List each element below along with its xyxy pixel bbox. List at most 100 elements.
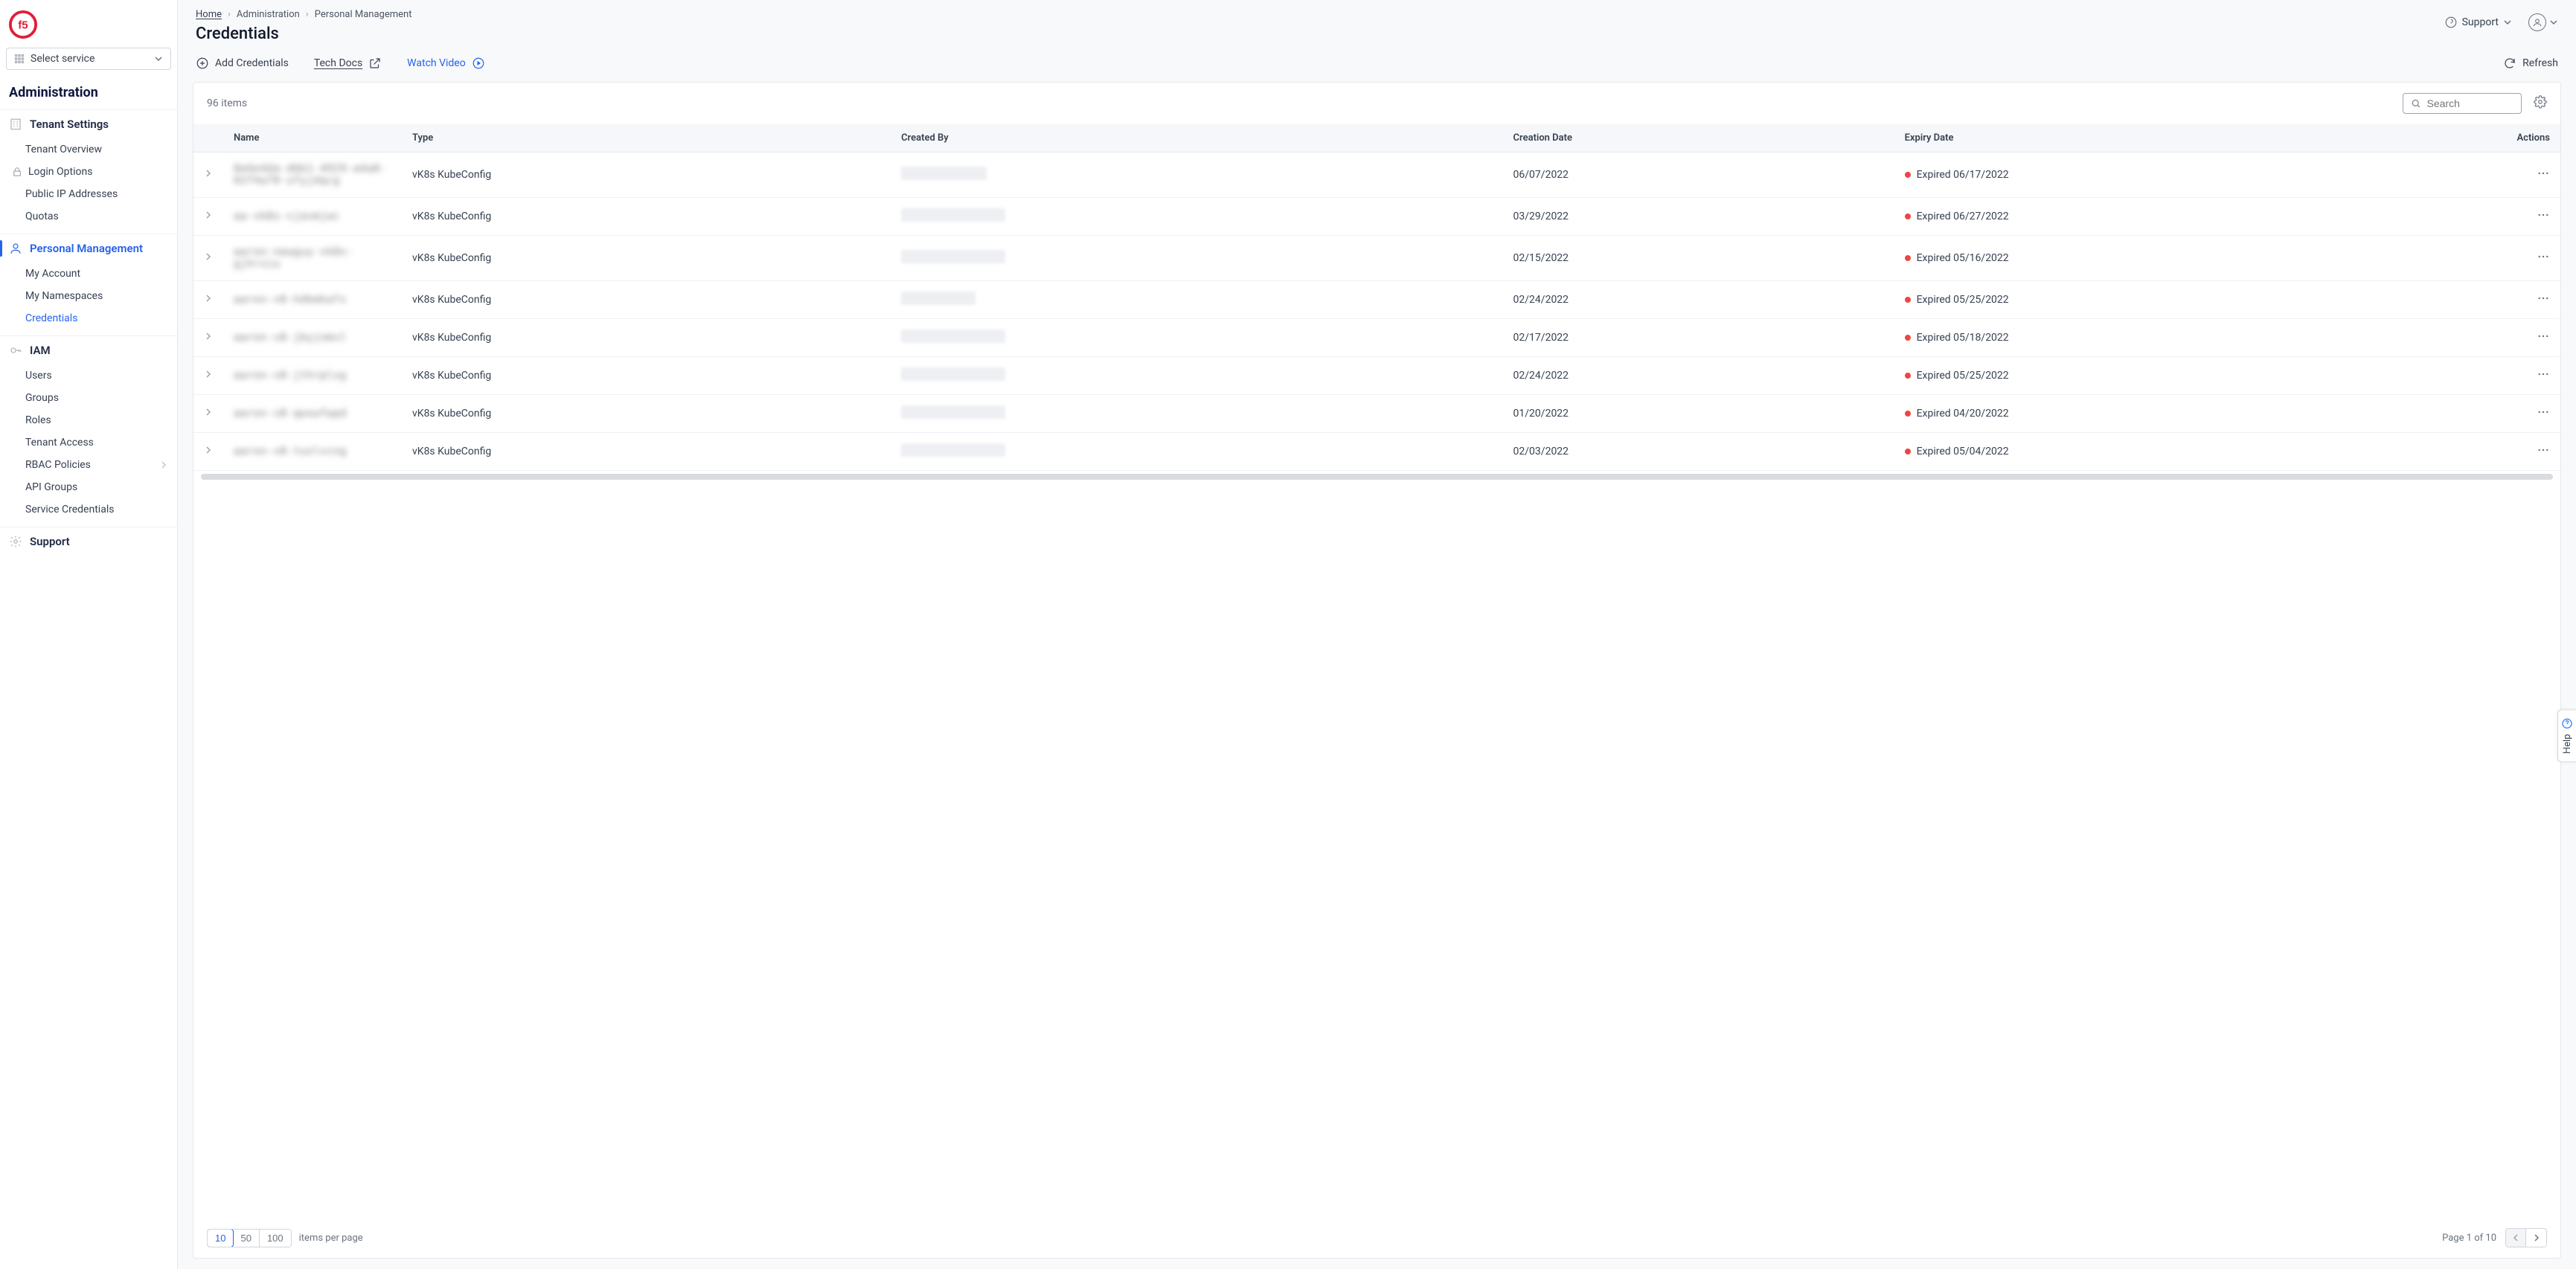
expand-row-button[interactable] [193,357,223,395]
refresh-button[interactable]: Refresh [2503,57,2558,70]
nav-item-tenant-overview[interactable]: Tenant Overview [0,138,177,161]
col-creation-date[interactable]: Creation Date [1503,124,1894,152]
row-actions-button[interactable] [2506,319,2560,357]
cell-expiry: Expired 05/25/2022 [1894,281,2507,319]
play-circle-icon [472,57,485,70]
nav-item-label: Tenant Access [25,437,94,449]
cell-name: 8e6e4da-d6b1-4929-a4a8-02f4a70-ufyjdqcg [234,163,386,187]
nav-item-my-account[interactable]: My Account [0,263,177,285]
nav-item-groups[interactable]: Groups [0,387,177,409]
cell-expiry: Expired 05/18/2022 [1894,319,2507,357]
expand-row-button[interactable] [193,236,223,281]
credentials-table: Name Type Created By Creation Date Expir… [193,124,2560,471]
key-icon [9,344,22,357]
chevron-right-icon [204,370,213,379]
main-content: Home › Administration › Personal Managem… [178,0,2576,1269]
nav-item-tenant-access[interactable]: Tenant Access [0,431,177,454]
status-dot-expired [1905,373,1911,379]
horizontal-scrollbar[interactable] [201,474,2553,480]
user-menu[interactable] [2528,13,2558,31]
row-actions-button[interactable] [2506,236,2560,281]
nav-group-support[interactable]: Support [0,527,177,556]
watch-video-link[interactable]: Watch Video [407,57,485,70]
col-type[interactable]: Type [402,124,891,152]
nav-group-label: IAM [30,344,51,357]
nav-item-label: RBAC Policies [25,459,91,471]
nav-item-users[interactable]: Users [0,364,177,387]
nav-item-credentials[interactable]: Credentials [0,307,177,330]
col-name[interactable]: Name [223,124,402,152]
watch-video-label: Watch Video [407,57,466,69]
col-created-by[interactable]: Created By [891,124,1502,152]
chevron-down-icon [2549,18,2558,27]
nav-group-personal-management[interactable]: Personal Management [0,234,177,263]
support-menu[interactable]: Support [2444,16,2512,29]
expand-row-button[interactable] [193,281,223,319]
expand-row-button[interactable] [193,433,223,471]
page-size-10[interactable]: 10 [207,1229,234,1247]
breadcrumb-home[interactable]: Home [196,9,222,20]
help-tab[interactable]: Help [2557,710,2576,762]
service-selector[interactable]: Select service [6,48,171,70]
nav-group-tenant-settings[interactable]: Tenant Settings [0,109,177,138]
row-actions-button[interactable] [2506,395,2560,433]
chevron-right-icon [204,252,213,261]
col-expiry-date[interactable]: Expiry Date [1894,124,2507,152]
support-label: Support [2462,16,2499,28]
page-size-100[interactable]: 100 [260,1230,291,1247]
cell-created-by [891,395,1502,433]
search-box[interactable] [2403,93,2522,114]
cell-creation-date: 02/17/2022 [1503,319,1894,357]
lock-icon [12,167,22,177]
expand-row-button[interactable] [193,395,223,433]
nav-item-quotas[interactable]: Quotas [0,205,177,228]
status-dot-expired [1905,213,1911,219]
nav-item-rbac-policies[interactable]: RBAC Policies [0,454,177,476]
tech-docs-label: Tech Docs [314,57,362,69]
cell-name: aaron-v8-hdkmkafx [234,294,347,306]
table-settings-button[interactable] [2534,95,2547,112]
table-row: aaron-v8-hdkmkafxvK8s KubeConfig02/24/20… [193,281,2560,319]
prev-page-button[interactable] [2505,1228,2526,1247]
nav-item-public-ip[interactable]: Public IP Addresses [0,183,177,205]
tech-docs-link[interactable]: Tech Docs [314,57,382,70]
nav-item-login-options[interactable]: Login Options [0,161,177,183]
nav-group-iam[interactable]: IAM [0,335,177,364]
status-dot-expired [1905,297,1911,303]
cell-created-by [891,198,1502,236]
chevron-down-icon [154,54,163,63]
search-input[interactable] [2427,97,2514,109]
next-page-button[interactable] [2526,1228,2547,1247]
table-row: aaron-v8-qwswfwpdvK8s KubeConfig01/20/20… [193,395,2560,433]
chevron-right-icon [204,408,213,417]
external-link-icon [368,57,382,70]
cell-type: vK8s KubeConfig [402,395,891,433]
row-actions-button[interactable] [2506,357,2560,395]
nav-item-label: Groups [25,392,59,404]
brand-logo: f5 [0,0,177,48]
expand-row-button[interactable] [193,152,223,198]
nav-item-roles[interactable]: Roles [0,409,177,431]
row-actions-button[interactable] [2506,152,2560,198]
row-actions-button[interactable] [2506,433,2560,471]
nav-item-api-groups[interactable]: API Groups [0,476,177,498]
add-credentials-button[interactable]: Add Credentials [196,57,289,70]
refresh-label: Refresh [2522,57,2558,69]
credentials-panel: 96 items Name [193,82,2561,1259]
nav-group-label: Tenant Settings [30,118,109,131]
breadcrumb-sep: › [228,9,231,20]
nav-item-service-credentials[interactable]: Service Credentials [0,498,177,521]
nav-item-label: Roles [25,414,51,426]
nav-group-label: Support [30,535,70,548]
more-horizontal-icon [2537,292,2550,305]
help-label: Help [2562,734,2573,754]
row-actions-button[interactable] [2506,281,2560,319]
nav-item-my-namespaces[interactable]: My Namespaces [0,285,177,307]
breadcrumbs: Home › Administration › Personal Managem… [196,9,411,20]
expand-row-button[interactable] [193,198,223,236]
page-size-50[interactable]: 50 [233,1230,259,1247]
row-actions-button[interactable] [2506,198,2560,236]
cell-type: vK8s KubeConfig [402,236,891,281]
cell-type: vK8s KubeConfig [402,198,891,236]
expand-row-button[interactable] [193,319,223,357]
